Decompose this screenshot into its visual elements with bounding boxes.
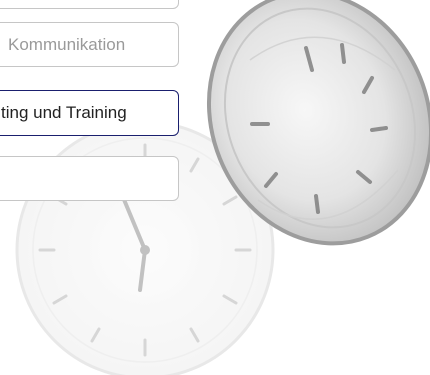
menu-button-label: Kommunikation [8, 34, 126, 54]
menu-button-bottom[interactable]: g [0, 156, 179, 201]
menu-button-training[interactable]: ting und Training [0, 90, 179, 136]
menu-button-kommunikation[interactable]: Kommunikation [0, 22, 179, 67]
menu-button-top[interactable] [0, 0, 179, 9]
menu-button-label: ting und Training [1, 103, 127, 122]
